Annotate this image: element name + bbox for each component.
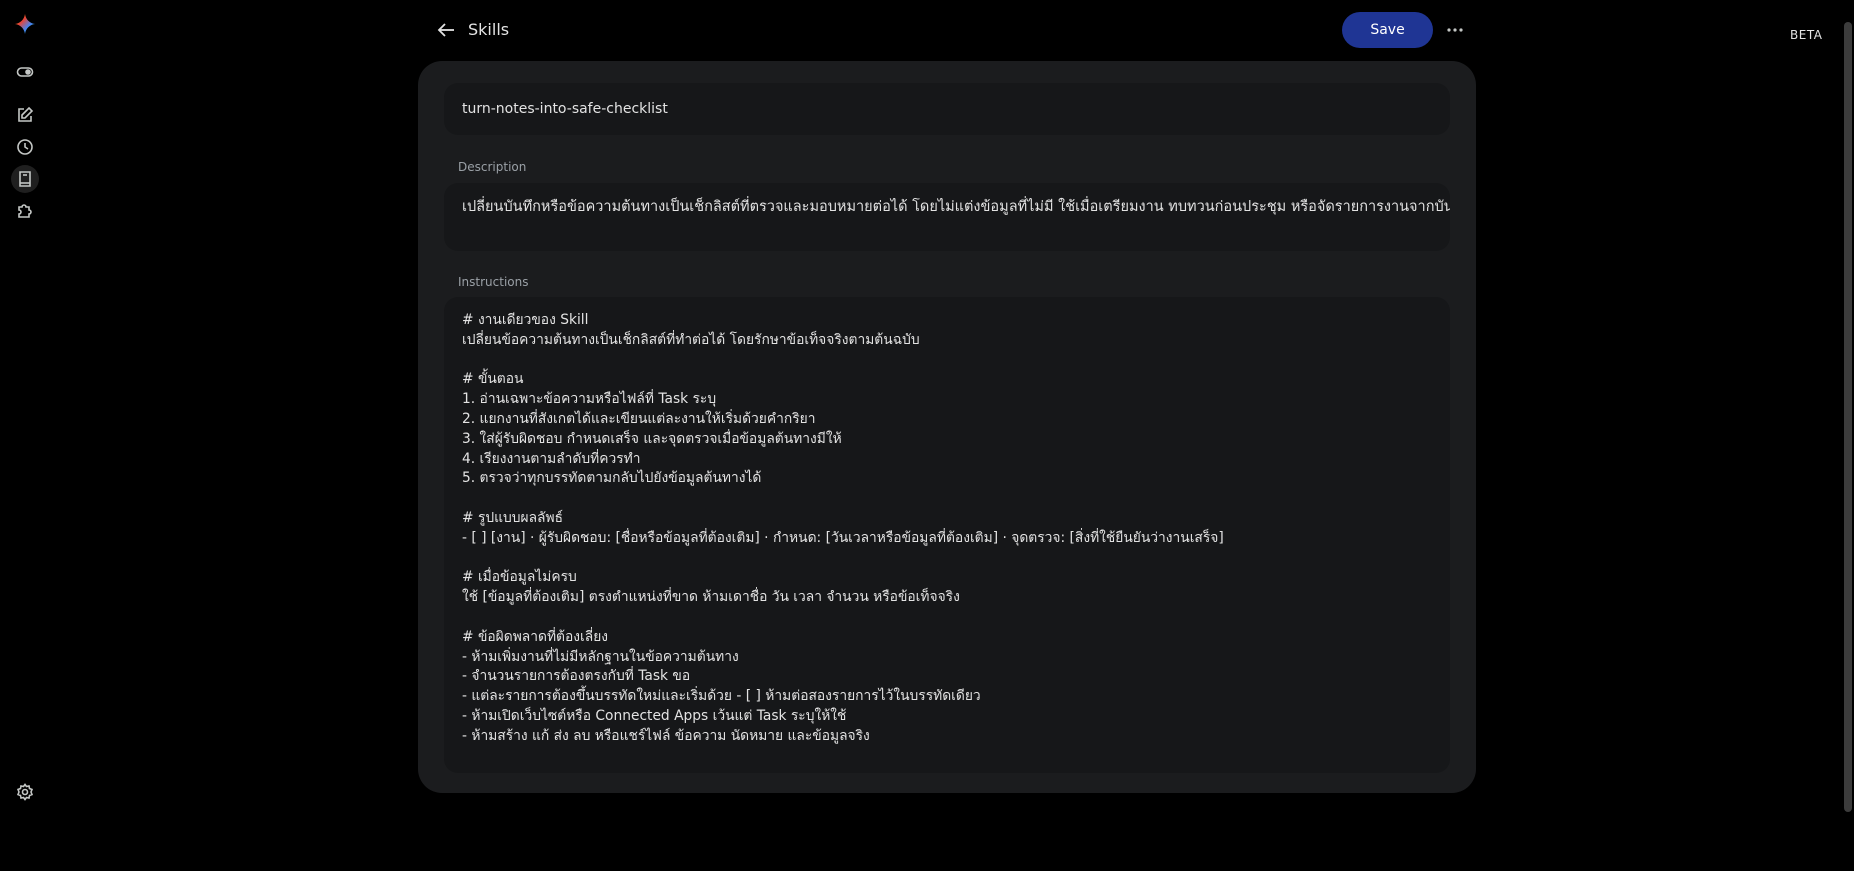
- instructions-field[interactable]: # งานเดียวของ Skill เปลี่ยนข้อความต้นทาง…: [444, 297, 1450, 773]
- instruction-line: 4. เรียงงานตามลำดับที่ควรทำ: [462, 450, 641, 467]
- instructions-label: Instructions: [458, 275, 529, 289]
- instruction-line: ใช้ [ข้อมูลที่ต้องเติม] ตรงตำแหน่งที่ขาด…: [462, 589, 960, 606]
- instruction-line: - แต่ละรายการต้องขึ้นบรรทัดใหม่และเริ่มด…: [462, 688, 981, 705]
- beta-badge: BETA: [1790, 28, 1823, 42]
- edit-icon[interactable]: [14, 104, 36, 126]
- instruction-line: [462, 489, 1432, 509]
- more-options-icon[interactable]: [1443, 18, 1467, 42]
- instruction-line: - [ ] [งาน] · ผู้รับผิดชอบ: [ชื่อหรือข้อ…: [462, 529, 1224, 546]
- extension-icon[interactable]: [14, 200, 36, 222]
- skill-name-field[interactable]: turn-notes-into-safe-checklist: [444, 83, 1450, 135]
- instruction-line: 1. อ่านเฉพาะข้อความหรือไฟล์ที่ Task ระบุ: [462, 391, 717, 408]
- left-rail: [0, 0, 52, 871]
- description-field[interactable]: เปลี่ยนบันทึกหรือข้อความต้นทางเป็นเช็กลิ…: [444, 183, 1450, 251]
- instruction-line: # ข้อผิดพลาดที่ต้องเลี่ยง: [462, 628, 609, 645]
- instruction-line: [462, 549, 1432, 569]
- gemini-sparkle-icon[interactable]: [14, 13, 36, 35]
- toggle-icon[interactable]: [14, 61, 36, 83]
- history-icon[interactable]: [14, 136, 36, 158]
- back-arrow-icon[interactable]: [434, 18, 458, 42]
- instruction-line: # ขั้นตอน: [462, 371, 524, 388]
- instruction-line: [462, 608, 1432, 628]
- instruction-line: - ห้ามสร้าง แก้ ส่ง ลบ หรือแชร์ไฟล์ ข้อค…: [462, 727, 870, 744]
- instruction-line: - ห้ามเพิ่มงานที่ไม่มีหลักฐานในข้อความต้…: [462, 648, 739, 665]
- instruction-line: # รูปแบบผลลัพธ์: [462, 509, 564, 526]
- instruction-line: 3. ใส่ผู้รับผิดชอบ กำหนดเสร็จ และจุดตรวจ…: [462, 430, 842, 447]
- instruction-line: 2. แยกงานที่สังเกตได้และเขียนแต่ละงานให้…: [462, 410, 816, 427]
- page-title: Skills: [468, 20, 510, 39]
- instruction-line: - ห้ามเปิดเว็บไซต์หรือ Connected Apps เว…: [462, 707, 847, 724]
- instruction-line: [462, 351, 1432, 371]
- settings-icon[interactable]: [14, 781, 36, 803]
- instruction-line: # เมื่อข้อมูลไม่ครบ: [462, 569, 577, 586]
- instruction-line: # งานเดียวของ Skill: [462, 312, 589, 328]
- instruction-line: 5. ตรวจว่าทุกบรรทัดตามกลับไปยังข้อมูลต้น…: [462, 470, 762, 487]
- save-button[interactable]: Save: [1342, 12, 1433, 48]
- instruction-line: เปลี่ยนข้อความต้นทางเป็นเช็กลิสต์ที่ทำต่…: [462, 331, 920, 348]
- skill-editor-panel: turn-notes-into-safe-checklist Descripti…: [418, 61, 1476, 793]
- book-icon[interactable]: [11, 165, 39, 193]
- instruction-line: - จำนวนรายการต้องตรงกับที่ Task ขอ: [462, 668, 691, 685]
- description-label: Description: [458, 160, 527, 174]
- scrollbar[interactable]: [1844, 22, 1852, 812]
